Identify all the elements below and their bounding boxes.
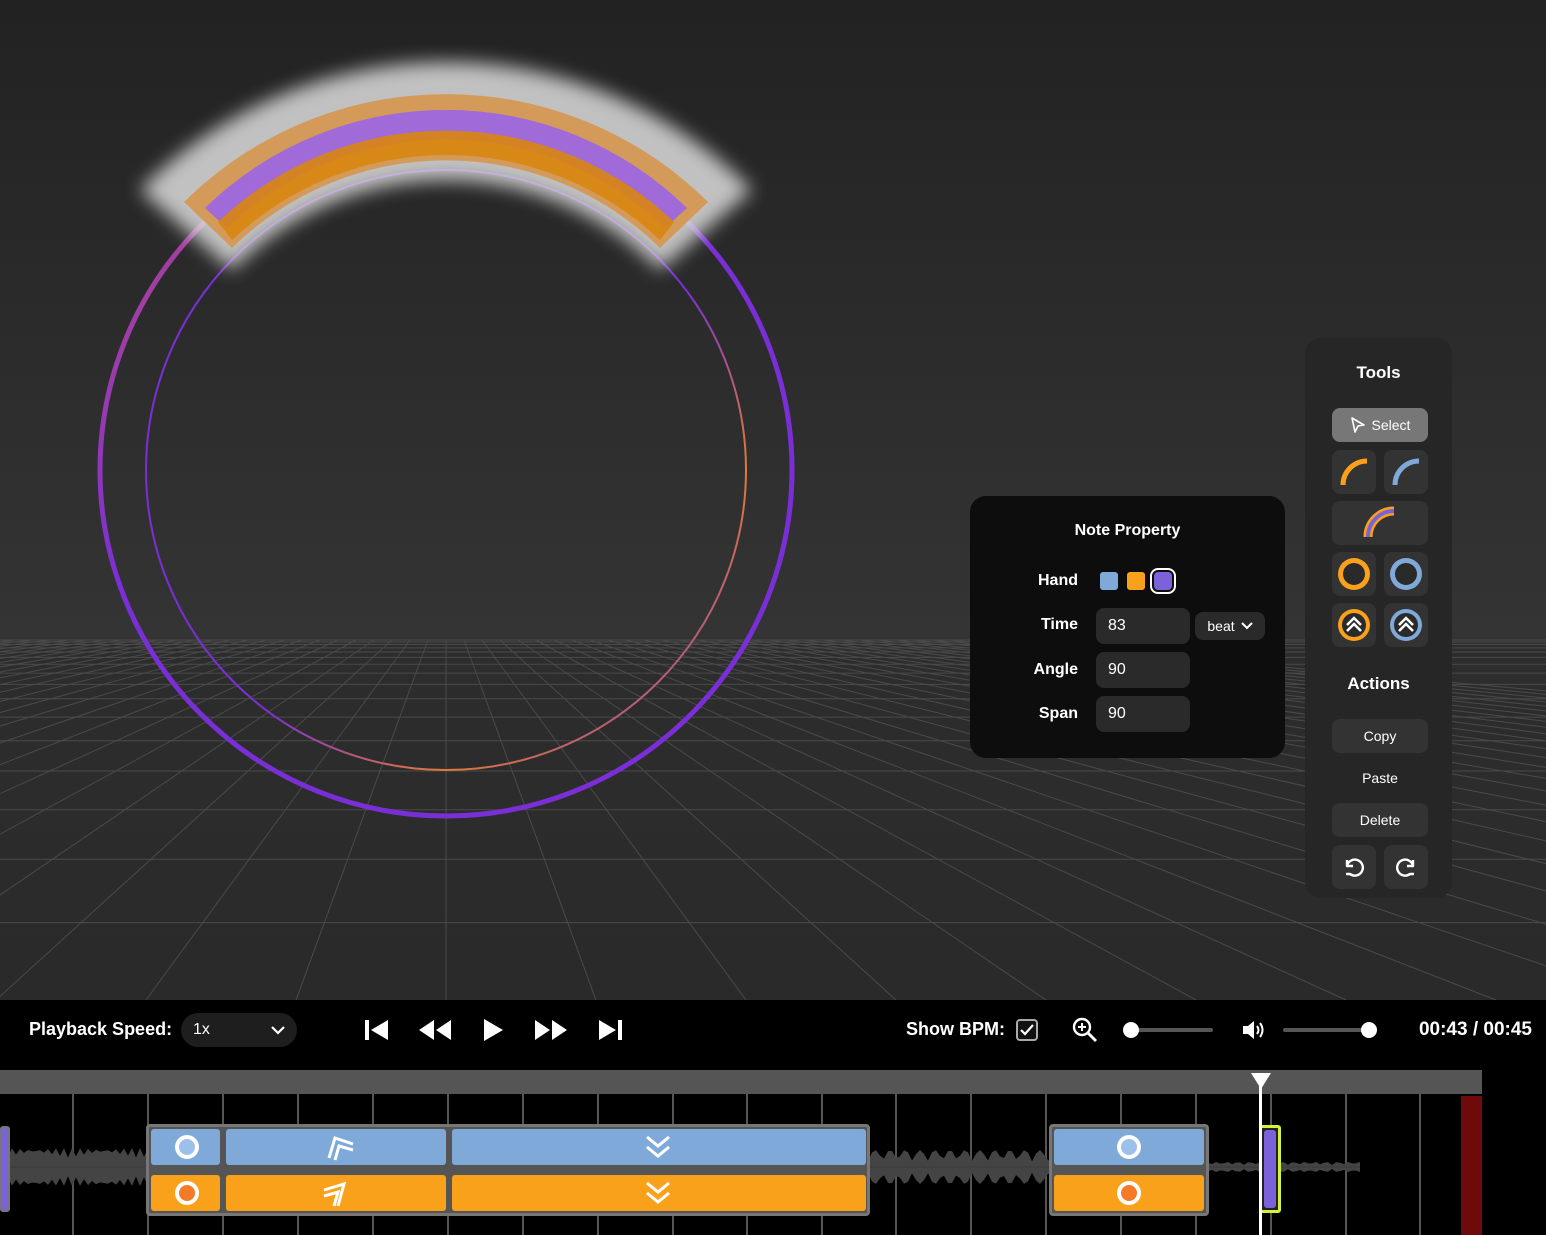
playback-speed-select[interactable]: 1x [181,1013,297,1047]
rewind-button[interactable] [418,1016,452,1044]
span-label: Span [1038,705,1078,722]
arc-dual-icon [1363,506,1395,538]
arc-blue-tool-button[interactable] [1384,450,1428,494]
flick-arrow-icon [327,1136,354,1161]
tap-marker-icon [1117,1135,1141,1159]
tap-marker-icon [175,1181,199,1205]
show-bpm-checkbox[interactable] [1016,1019,1038,1041]
span-input[interactable] [1096,696,1190,732]
fast-forward-button[interactable] [534,1016,568,1044]
arc-orange-tool-button[interactable] [1332,450,1376,494]
check-icon [1020,1024,1034,1036]
arc-dual-tool-button[interactable] [1332,501,1428,545]
flick-orange-tool-button[interactable] [1332,603,1376,647]
flick-blue-icon [1390,609,1422,641]
tap-marker-icon [175,1135,199,1159]
arc-note-purple[interactable] [1264,1130,1276,1208]
delete-button[interactable]: Delete [1332,803,1428,837]
arc-blue-icon [1392,458,1420,486]
song-end-marker [1461,1096,1482,1235]
time-input[interactable] [1096,608,1190,644]
angle-input[interactable] [1096,652,1190,688]
tools-title: Tools [1356,363,1401,382]
time-readout: 00:43 / 00:45 [1418,1019,1532,1040]
tap-orange-icon [1338,558,1370,590]
playhead-line[interactable] [1259,1086,1262,1235]
tap-blue-tool-button[interactable] [1384,552,1428,596]
select-tool-label: Select [1371,417,1411,433]
volume-slider-knob[interactable] [1361,1022,1377,1038]
skip-to-start-button[interactable] [362,1016,392,1044]
time-unit-value: beat [1207,618,1235,634]
copy-button[interactable]: Copy [1332,719,1428,753]
zoom-slider-knob[interactable] [1123,1022,1139,1038]
playhead-marker-icon[interactable] [1250,1072,1272,1090]
angle-label: Angle [1033,661,1078,678]
redo-button[interactable] [1384,845,1428,889]
volume-icon [1243,1021,1264,1039]
actions-title: Actions [1347,674,1410,693]
arc-orange-icon [1340,458,1368,486]
chevron-down-icon [1240,622,1253,630]
flick-orange-icon [1338,609,1370,641]
paste-button[interactable]: Paste [1332,761,1428,795]
double-chevron-down-icon [646,1181,670,1204]
time-unit-select[interactable]: beat [1195,612,1265,640]
hand-swatch[interactable] [1150,568,1176,594]
chevron-down-icon [271,1025,285,1035]
undo-icon [1345,858,1365,877]
pointer-icon [1350,417,1365,433]
flick-blue-tool-button[interactable] [1384,603,1428,647]
playback-speed-label: Playback Speed: [29,1019,173,1039]
hand-swatch[interactable] [1127,572,1145,590]
time-label: Time [1040,616,1078,633]
select-tool-button[interactable]: Select [1332,408,1428,442]
hand-swatch[interactable] [1100,572,1118,590]
tap-blue-icon [1390,558,1422,590]
tap-marker-icon [1117,1181,1141,1205]
redo-icon [1395,858,1415,877]
hand-label: Hand [1038,572,1078,589]
playback-speed-value: 1x [193,1021,210,1038]
tap-orange-tool-button[interactable] [1332,552,1376,596]
show-bpm-label: Show BPM: [906,1019,1005,1039]
double-chevron-down-icon [646,1135,670,1158]
note-property-title: Note Property [1074,522,1181,539]
play-button[interactable] [478,1016,508,1044]
undo-button[interactable] [1332,845,1376,889]
zoom-icon [1072,1017,1098,1043]
arc-note-purple[interactable] [0,1126,10,1212]
skip-to-end-button[interactable] [595,1016,625,1044]
volume-slider-track[interactable] [1283,1028,1371,1032]
flick-arrow-icon [323,1181,347,1207]
